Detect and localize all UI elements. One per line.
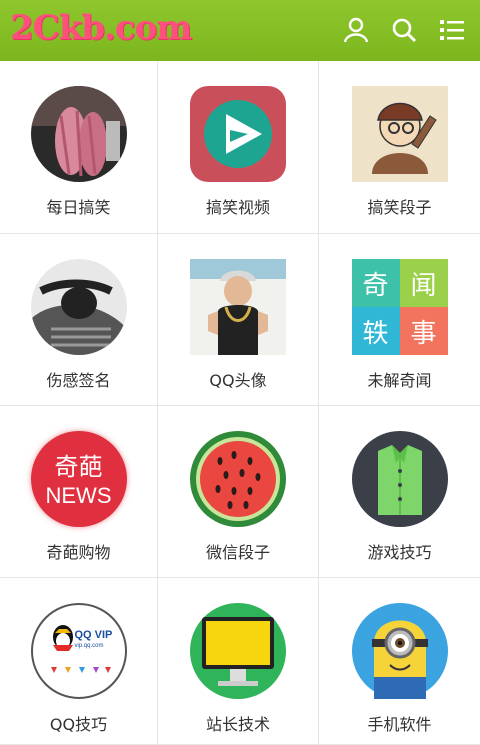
qq-vip-text: QQ VIP	[74, 629, 113, 641]
grid-item-label: 伤感签名	[46, 371, 111, 390]
grid-item-label: 微信段子	[205, 543, 270, 562]
grid-item-label: QQ技巧	[49, 715, 108, 734]
tile-2: 闻	[399, 259, 448, 307]
grid-item-daily-funny[interactable]: 每日搞笑	[0, 61, 158, 234]
photo-pink-sweater	[30, 86, 127, 182]
user-icon[interactable]	[342, 16, 370, 44]
grid-item-label: 未解奇闻	[367, 371, 432, 390]
grid-item-funny-video[interactable]: 搞笑视频	[158, 61, 319, 234]
tile-1: 奇	[351, 259, 400, 307]
grid-item-qq-tips[interactable]: QQ VIP vip.qq.com QQ技巧	[0, 578, 158, 745]
category-grid: 每日搞笑 搞笑视频 搞笑段子 伤感签名 QQ头像 奇 闻 轶 事 未解奇闻 奇葩…	[0, 61, 480, 745]
grid-item-label: 游戏技巧	[367, 543, 432, 562]
top-icons	[342, 16, 466, 44]
grid-item-game-tips[interactable]: 游戏技巧	[319, 406, 480, 578]
grid-item-label: 搞笑视频	[205, 198, 270, 217]
tiles-text: 奇 闻 轶 事	[351, 259, 448, 355]
grid-item-label: 手机软件	[367, 715, 432, 734]
cartoon-salute	[351, 86, 448, 182]
grid-item-label: QQ头像	[209, 371, 267, 390]
site-logo[interactable]: 2Ckb.com	[10, 8, 192, 48]
news-badge: 奇葩 NEWS	[30, 431, 127, 527]
minion-icon	[351, 603, 448, 699]
grid-item-funny-jokes[interactable]: 搞笑段子	[319, 61, 480, 234]
menu-icon[interactable]	[438, 16, 466, 44]
grid-item-wechat-jokes[interactable]: 微信段子	[158, 406, 319, 578]
tile-4: 事	[399, 307, 448, 355]
grid-item-unsolved-mysteries[interactable]: 奇 闻 轶 事 未解奇闻	[319, 234, 480, 406]
grid-item-label: 奇葩购物	[46, 543, 111, 562]
grid-item-label: 搞笑段子	[367, 198, 432, 217]
badge-bottom-text: NEWS	[45, 483, 112, 508]
grid-item-sad-signature[interactable]: 伤感签名	[0, 234, 158, 406]
shirt-icon	[351, 431, 448, 527]
photo-boy-hat	[190, 259, 286, 355]
photo-bw-woman	[30, 259, 127, 355]
monitor-icon	[190, 603, 286, 699]
qq-vip-logo: QQ VIP vip.qq.com	[30, 603, 127, 699]
top-bar: 2Ckb.com	[0, 0, 480, 61]
grid-item-mobile-software[interactable]: 手机软件	[319, 578, 480, 745]
watermelon-icon	[190, 431, 286, 527]
search-icon[interactable]	[390, 16, 418, 44]
grid-item-label: 站长技术	[205, 715, 270, 734]
tile-3: 轶	[351, 307, 400, 355]
grid-item-label: 每日搞笑	[46, 198, 111, 217]
grid-item-webmaster-tech[interactable]: 站长技术	[158, 578, 319, 745]
qq-vip-sub: vip.qq.com	[74, 643, 104, 649]
badge-top-text: 奇葩	[54, 453, 103, 481]
grid-item-qq-avatar[interactable]: QQ头像	[158, 234, 319, 406]
play-triangle-icon	[190, 86, 286, 182]
grid-item-weird-shopping[interactable]: 奇葩 NEWS 奇葩购物	[0, 406, 158, 578]
